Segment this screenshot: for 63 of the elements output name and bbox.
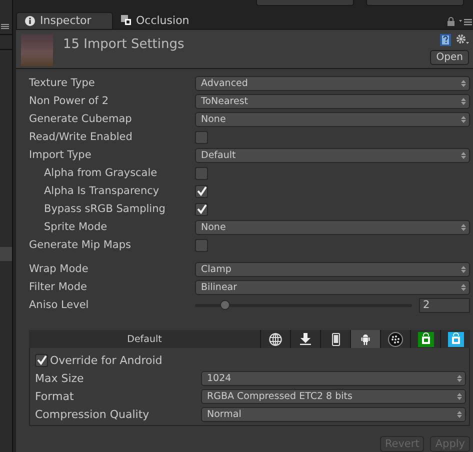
dots-circle-icon (388, 332, 403, 346)
updown-arrow-icon (461, 224, 466, 230)
dropdown[interactable]: Normal (201, 406, 466, 422)
panel-tab[interactable]: Occlusion (113, 12, 192, 29)
dropdown[interactable]: Advanced (195, 76, 470, 90)
dropdown[interactable]: Default (195, 148, 470, 162)
property-label: Import Type (29, 149, 92, 161)
android-icon (361, 334, 370, 344)
property-label: Format (35, 390, 75, 402)
panel-tab[interactable]: Inspector (16, 12, 113, 29)
menu-icon[interactable] (1, 24, 9, 29)
checkbox[interactable] (195, 130, 208, 144)
slider-thumb[interactable] (220, 300, 230, 310)
property-label: Sprite Mode (43, 221, 108, 233)
updown-arrow-icon (457, 374, 462, 382)
checkbox[interactable] (195, 184, 208, 198)
info-icon (25, 16, 35, 26)
property-label: Aniso Level (29, 299, 90, 311)
dropdown[interactable]: Bilinear (195, 280, 470, 294)
asset-title: 15 Import Settings (63, 36, 184, 52)
texture-thumbnail (21, 34, 53, 66)
menu-icon[interactable] (459, 18, 472, 26)
property-label: Bypass sRGB Sampling (43, 203, 166, 215)
updown-arrow-icon (461, 152, 466, 158)
property-label: Compression Quality (35, 408, 150, 420)
updown-arrow-icon (461, 284, 466, 290)
property-label: Non Power of 2 (29, 95, 110, 107)
dropdown[interactable]: 1024 (201, 370, 466, 386)
property-label: Texture Type (29, 77, 96, 89)
property-label: Max Size (35, 372, 85, 384)
platform-tab[interactable] (350, 330, 380, 348)
updown-arrow-icon (461, 98, 466, 104)
checkbox[interactable] (35, 354, 48, 366)
property-label: Filter Mode (29, 281, 88, 293)
checkbox[interactable] (195, 202, 208, 216)
updown-arrow-icon (461, 266, 466, 272)
dropdown[interactable]: ToNearest (195, 94, 470, 108)
open-button[interactable]: Open (430, 50, 469, 65)
updown-arrow-icon (461, 116, 466, 122)
property-label: Read/Write Enabled (29, 131, 134, 143)
updown-arrow-icon (457, 410, 462, 418)
property-label: Wrap Mode (29, 263, 90, 275)
property-label: Alpha from Grayscale (43, 167, 158, 179)
dropdown[interactable]: RGBA Compressed ETC2 8 bits (201, 388, 466, 404)
lock-icon[interactable] (447, 17, 455, 26)
override-label: Override for Android (50, 354, 162, 366)
updown-arrow-icon (457, 392, 462, 400)
dropdown[interactable]: Clamp (195, 262, 470, 276)
download-icon (300, 333, 311, 345)
property-label: Generate Cubemap (29, 113, 133, 125)
number-field[interactable]: 2 (419, 298, 470, 312)
dropdown[interactable]: None (195, 112, 470, 126)
updown-arrow-icon (461, 80, 466, 86)
help-book-icon[interactable] (440, 34, 451, 46)
globe-icon (269, 332, 282, 346)
dropdown[interactable]: None (195, 220, 470, 234)
square-icon (121, 15, 131, 26)
phone-icon (332, 332, 340, 346)
property-label: Alpha Is Transparency (43, 185, 160, 197)
settings-icon[interactable] (456, 34, 469, 45)
checkbox[interactable] (195, 166, 208, 180)
checkbox[interactable] (195, 238, 208, 252)
property-label: Generate Mip Maps (29, 239, 132, 251)
